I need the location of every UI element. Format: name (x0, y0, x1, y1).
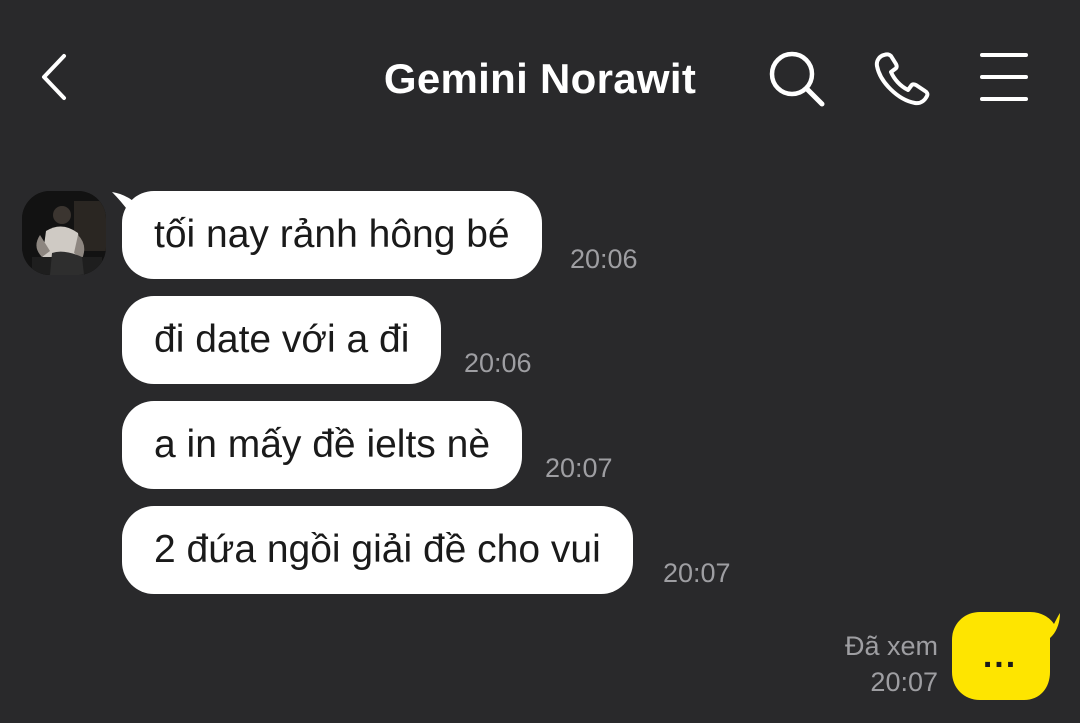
contact-avatar[interactable] (22, 191, 106, 275)
incoming-message-bubble[interactable]: đi date với a đi (122, 296, 442, 384)
message-timestamp: 20:07 (870, 667, 938, 697)
phone-icon (874, 52, 930, 106)
message-timestamp: 20:07 (663, 558, 731, 588)
call-button[interactable] (870, 46, 936, 112)
chevron-left-icon (42, 54, 66, 100)
incoming-message-bubble[interactable]: tối nay rảnh hông bé (122, 191, 542, 279)
chat-title: Gemini Norawit (383, 55, 697, 102)
avatar-photo (22, 191, 106, 275)
incoming-message-bubble[interactable]: a in mấy đề ielts nè (122, 401, 523, 489)
menu-icon (980, 53, 1028, 101)
message-timestamp: 20:06 (464, 348, 532, 378)
read-receipt: Đã xem (844, 631, 938, 661)
search-button[interactable] (764, 46, 830, 112)
chat-screen: Gemini Norawit tối nay rảnh hông bé 20:0… (0, 0, 1080, 723)
back-button[interactable] (30, 46, 80, 108)
message-timestamp: 20:06 (570, 244, 638, 274)
search-icon (769, 51, 825, 107)
incoming-message-bubble[interactable]: 2 đứa ngồi giải đề cho vui (122, 506, 633, 594)
outgoing-message-text: ... (982, 637, 1018, 675)
menu-button[interactable] (972, 46, 1038, 112)
message-timestamp: 20:07 (545, 453, 613, 483)
